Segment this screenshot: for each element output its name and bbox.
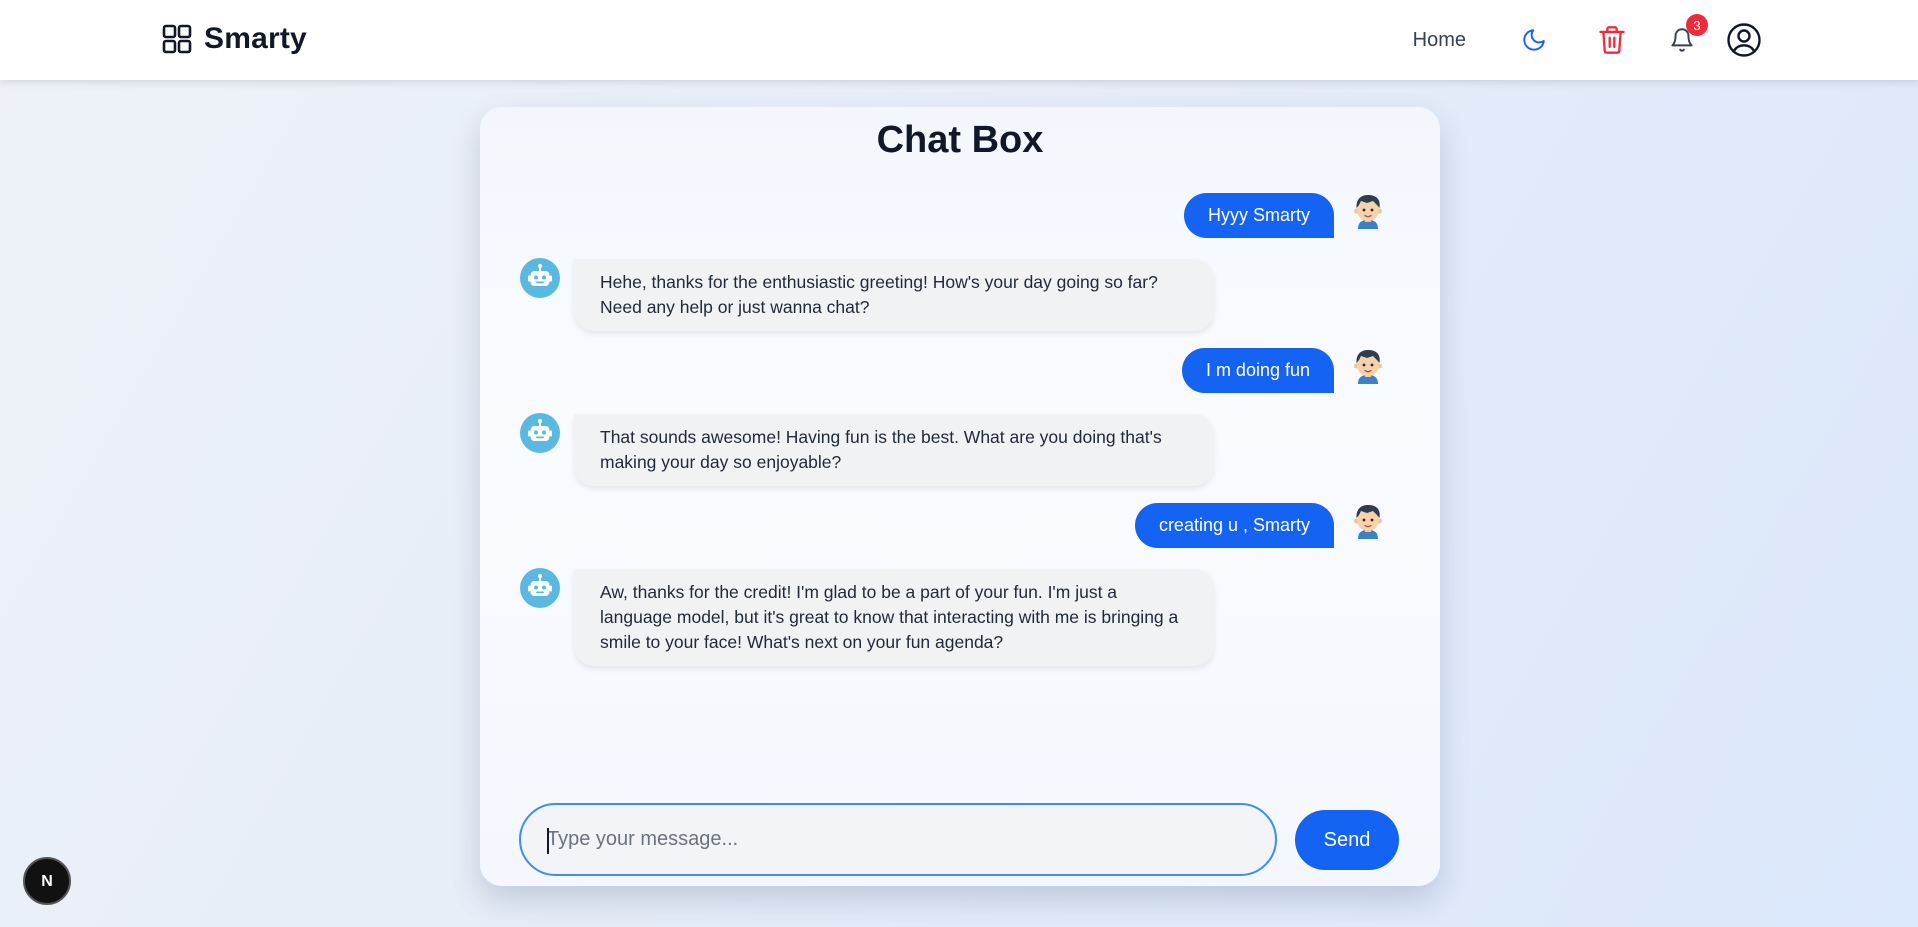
grid-icon — [162, 24, 192, 54]
bot-message: Aw, thanks for the credit! I'm glad to b… — [574, 569, 1214, 666]
bot-message: That sounds awesome! Having fun is the b… — [574, 414, 1214, 486]
user-avatar-icon — [1354, 195, 1382, 229]
profile-button[interactable] — [1726, 22, 1762, 58]
user-message: I m doing fun — [1181, 348, 1334, 393]
user-circle-icon — [1727, 23, 1761, 57]
bot-avatar-icon — [520, 413, 560, 453]
chat-box-card: Chat Box Hyyy Smarty Hehe, thanks for th… — [480, 107, 1440, 886]
message-input[interactable] — [547, 828, 1275, 851]
next-logo-icon: N — [41, 873, 53, 890]
message-input-wrapper — [519, 803, 1277, 876]
brand[interactable]: Smarty — [162, 22, 307, 56]
text-caret — [547, 828, 549, 854]
trash-icon — [1599, 26, 1625, 54]
moon-icon — [1523, 29, 1545, 51]
bot-message: Hehe, thanks for the enthusiastic greeti… — [574, 259, 1214, 331]
notification-badge: 3 — [1686, 14, 1708, 36]
user-avatar-icon — [1354, 505, 1382, 539]
theme-toggle-button[interactable] — [1516, 22, 1552, 58]
dev-tools-button[interactable]: N — [23, 857, 71, 905]
nav-actions: Home 3 — [1413, 0, 1762, 80]
svg-text:N: N — [41, 873, 53, 890]
user-message: creating u , Smarty — [1134, 503, 1334, 548]
bot-avatar-icon — [520, 568, 560, 608]
brand-name: Smarty — [204, 22, 307, 55]
user-message: Hyyy Smarty — [1183, 193, 1334, 238]
notifications-button[interactable]: 3 — [1664, 14, 1708, 58]
bot-avatar-icon — [520, 258, 560, 298]
send-button[interactable]: Send — [1295, 810, 1399, 870]
top-navbar: Smarty Home 3 — [0, 0, 1918, 80]
clear-chat-button[interactable] — [1594, 22, 1630, 58]
nav-home-link[interactable]: Home — [1413, 29, 1466, 52]
user-avatar-icon — [1354, 350, 1382, 384]
chat-title: Chat Box — [876, 119, 1044, 161]
